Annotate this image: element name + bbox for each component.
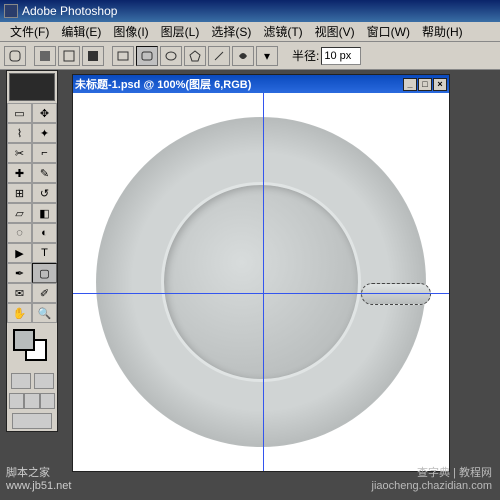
app-titlebar: Adobe Photoshop: [0, 0, 500, 22]
menu-window[interactable]: 窗口(W): [361, 23, 416, 40]
tool-brush[interactable]: ✎: [32, 163, 57, 183]
guide-vertical[interactable]: [263, 93, 264, 471]
tool-marquee[interactable]: ▭: [7, 103, 32, 123]
color-swatches[interactable]: [11, 327, 53, 367]
toolbox: ▭✥ ⌇✦ ✂⌐ ✚✎ ⊞↺ ▱◧ ◌◐ ▶T ✒▢ ✉✐ ✋🔍: [6, 70, 58, 432]
maximize-button[interactable]: □: [418, 78, 432, 91]
menu-select[interactable]: 选择(S): [205, 23, 257, 40]
document-title: 未标题-1.psd @ 100%(图层 6,RGB): [75, 76, 251, 92]
screen-mode-2[interactable]: [24, 393, 39, 409]
tool-zoom[interactable]: 🔍: [32, 303, 57, 323]
radius-input[interactable]: [321, 47, 361, 65]
menu-bar: 文件(F) 编辑(E) 图像(I) 图层(L) 选择(S) 滤镜(T) 视图(V…: [0, 22, 500, 42]
tool-dodge[interactable]: ◐: [32, 223, 57, 243]
foreground-color-swatch[interactable]: [13, 329, 35, 351]
tool-crop[interactable]: ✂: [7, 143, 32, 163]
workspace: ▭✥ ⌇✦ ✂⌐ ✚✎ ⊞↺ ▱◧ ◌◐ ▶T ✒▢ ✉✐ ✋🔍 未标题-1.p…: [0, 70, 500, 500]
guide-horizontal[interactable]: [73, 293, 449, 294]
screen-mode-1[interactable]: [9, 393, 24, 409]
close-button[interactable]: ×: [433, 78, 447, 91]
tool-path-select[interactable]: ▶: [7, 243, 32, 263]
watermark-left: 脚本之家 www.jb51.net: [6, 464, 71, 492]
shape-line[interactable]: [208, 46, 230, 66]
tool-slice[interactable]: ⌐: [32, 143, 57, 163]
tool-eyedropper[interactable]: ✐: [32, 283, 57, 303]
tool-move[interactable]: ✥: [32, 103, 57, 123]
radius-label: 半径:: [292, 47, 319, 64]
mode-fill-pixels[interactable]: [82, 46, 104, 66]
selection-marquee-handle: [361, 283, 431, 305]
menu-help[interactable]: 帮助(H): [416, 23, 469, 40]
shape-custom[interactable]: [232, 46, 254, 66]
menu-view[interactable]: 视图(V): [309, 23, 361, 40]
tool-history-brush[interactable]: ↺: [32, 183, 57, 203]
menu-layer[interactable]: 图层(L): [155, 23, 206, 40]
shape-options-dropdown[interactable]: ▾: [256, 46, 278, 66]
edit-mode-quickmask[interactable]: [34, 373, 54, 389]
canvas[interactable]: [73, 93, 449, 471]
tool-notes[interactable]: ✉: [7, 283, 32, 303]
options-bar: ▾ 半径:: [0, 42, 500, 70]
app-title: Adobe Photoshop: [22, 4, 117, 18]
shape-roundrect[interactable]: [136, 46, 158, 66]
tool-eraser[interactable]: ▱: [7, 203, 32, 223]
navigator-thumb: [9, 73, 55, 101]
tool-shape[interactable]: ▢: [32, 263, 57, 283]
tool-lasso[interactable]: ⌇: [7, 123, 32, 143]
jump-to-imageready[interactable]: [12, 413, 52, 429]
minimize-button[interactable]: _: [403, 78, 417, 91]
document-window: 未标题-1.psd @ 100%(图层 6,RGB) _ □ ×: [72, 74, 450, 472]
photoshop-icon: [4, 4, 18, 18]
tool-preset-picker[interactable]: [4, 46, 26, 66]
edit-mode-standard[interactable]: [11, 373, 31, 389]
watermark-right: 查字典 | 教程网 jiaocheng.chazidian.com: [372, 464, 492, 492]
shape-polygon[interactable]: [184, 46, 206, 66]
tool-type[interactable]: T: [32, 243, 57, 263]
menu-filter[interactable]: 滤镜(T): [257, 23, 308, 40]
plate-inner-cup: [161, 182, 361, 382]
mode-shape-layers[interactable]: [34, 46, 56, 66]
menu-image[interactable]: 图像(I): [107, 23, 154, 40]
tool-wand[interactable]: ✦: [32, 123, 57, 143]
screen-mode-3[interactable]: [40, 393, 55, 409]
document-titlebar[interactable]: 未标题-1.psd @ 100%(图层 6,RGB) _ □ ×: [73, 75, 449, 93]
menu-edit[interactable]: 编辑(E): [55, 23, 107, 40]
menu-file[interactable]: 文件(F): [4, 23, 55, 40]
tool-stamp[interactable]: ⊞: [7, 183, 32, 203]
tool-hand[interactable]: ✋: [7, 303, 32, 323]
shape-rect[interactable]: [112, 46, 134, 66]
tool-blur[interactable]: ◌: [7, 223, 32, 243]
shape-ellipse[interactable]: [160, 46, 182, 66]
tool-pen[interactable]: ✒: [7, 263, 32, 283]
tool-gradient[interactable]: ◧: [32, 203, 57, 223]
tool-healing[interactable]: ✚: [7, 163, 32, 183]
mode-paths[interactable]: [58, 46, 80, 66]
